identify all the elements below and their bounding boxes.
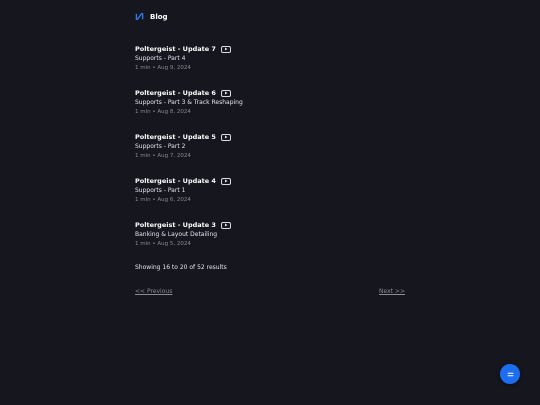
post-subtitle: Supports - Part 3 & Track Reshaping xyxy=(135,99,243,106)
post-list: Poltergeist - Update 7 Supports - Part 4… xyxy=(135,44,405,264)
results-summary: Showing 16 to 20 of 52 results xyxy=(135,264,227,271)
post-item[interactable]: Poltergeist - Update 6 Supports - Part 3… xyxy=(135,88,405,132)
video-play-icon xyxy=(220,133,231,141)
floating-menu-button[interactable] xyxy=(500,364,520,384)
video-play-icon xyxy=(220,89,231,97)
header: Blog xyxy=(135,12,168,21)
brand-title[interactable]: Blog xyxy=(150,13,168,21)
post-item[interactable]: Poltergeist - Update 5 Supports - Part 2… xyxy=(135,132,405,176)
post-subtitle: Supports - Part 4 xyxy=(135,55,186,62)
post-meta: 1 min • Aug 6, 2024 xyxy=(135,197,191,203)
post-subtitle: Supports - Part 2 xyxy=(135,143,186,150)
post-title[interactable]: Poltergeist - Update 5 xyxy=(135,133,216,141)
post-title[interactable]: Poltergeist - Update 7 xyxy=(135,45,216,53)
post-subtitle: Banking & Layout Detailing xyxy=(135,231,218,238)
post-meta: 1 min • Aug 5, 2024 xyxy=(135,241,191,247)
previous-page-link[interactable]: << Previous xyxy=(135,288,172,295)
post-meta: 1 min • Aug 7, 2024 xyxy=(135,153,191,159)
post-item[interactable]: Poltergeist - Update 7 Supports - Part 4… xyxy=(135,44,405,88)
post-title[interactable]: Poltergeist - Update 3 xyxy=(135,221,216,229)
post-subtitle: Supports - Part 1 xyxy=(135,187,186,194)
post-item[interactable]: Poltergeist - Update 3 Banking & Layout … xyxy=(135,220,405,264)
post-meta: 1 min • Aug 8, 2024 xyxy=(135,109,191,115)
video-play-icon xyxy=(220,177,231,185)
post-item[interactable]: Poltergeist - Update 4 Supports - Part 1… xyxy=(135,176,405,220)
pagination: << Previous Next >> xyxy=(135,288,405,295)
logo-icon[interactable] xyxy=(135,12,144,21)
video-play-icon xyxy=(220,221,231,229)
post-title[interactable]: Poltergeist - Update 4 xyxy=(135,177,216,185)
next-page-link[interactable]: Next >> xyxy=(379,288,405,295)
video-play-icon xyxy=(220,45,231,53)
post-meta: 1 min • Aug 9, 2024 xyxy=(135,65,191,71)
post-title[interactable]: Poltergeist - Update 6 xyxy=(135,89,216,97)
equals-menu-icon xyxy=(507,372,514,377)
